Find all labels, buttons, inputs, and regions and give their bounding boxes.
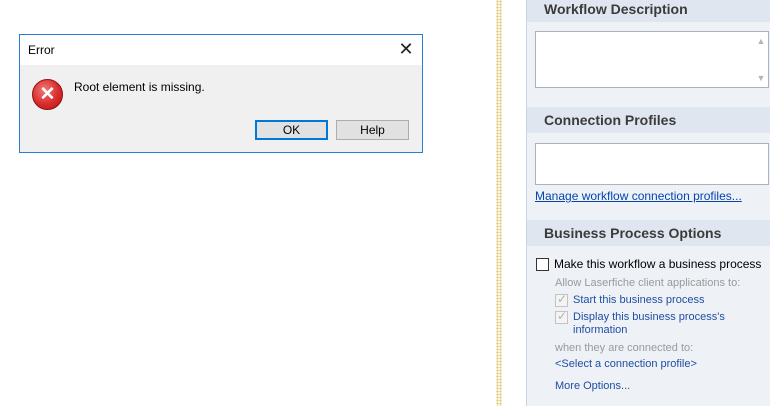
textbox-scroll-arrows[interactable]: ▲ ▼ — [756, 36, 766, 83]
error-dialog: Error ✕ ✕ Root element is missing. OK He… — [19, 34, 423, 153]
connection-profiles-header: Connection Profiles — [527, 107, 770, 133]
start-process-label: Start this business process — [573, 294, 705, 306]
display-info-label-line1: Display this business process's — [573, 311, 725, 323]
scroll-down-icon[interactable]: ▼ — [757, 73, 766, 83]
check-mark-icon: ✓ — [557, 309, 568, 323]
make-business-process-label[interactable]: Make this workflow a business process — [554, 257, 761, 271]
connected-to-label: when they are connected to: — [555, 342, 694, 354]
manage-connection-profiles-link[interactable]: Manage workflow connection profiles... — [535, 189, 742, 203]
check-mark-icon: ✓ — [557, 292, 568, 306]
workflow-description-input[interactable]: ▲ ▼ — [535, 31, 769, 88]
start-process-checkbox: ✓ — [555, 292, 568, 307]
workflow-description-header: Workflow Description — [527, 0, 770, 22]
help-button[interactable]: Help — [336, 120, 409, 140]
more-options-link[interactable]: More Options... — [555, 380, 630, 392]
dialog-title: Error — [28, 43, 55, 57]
ok-button[interactable]: OK — [255, 120, 328, 140]
panel-gutter — [502, 0, 526, 406]
allow-clients-label: Allow Laserfiche client applications to: — [555, 277, 741, 289]
scroll-up-icon[interactable]: ▲ — [757, 36, 766, 46]
error-icon: ✕ — [32, 79, 63, 110]
select-connection-profile-link[interactable]: <Select a connection profile> — [555, 358, 697, 370]
make-business-process-checkbox[interactable] — [536, 258, 549, 271]
dialog-message: Root element is missing. — [74, 80, 205, 94]
dialog-titlebar[interactable]: Error ✕ — [20, 35, 422, 65]
display-info-checkbox: ✓ — [555, 309, 568, 324]
properties-panel: Workflow Description ▲ ▼ Connection Prof… — [526, 0, 770, 406]
display-info-label-line2: information — [573, 324, 628, 336]
business-process-options-header: Business Process Options — [527, 220, 770, 246]
close-icon[interactable]: ✕ — [398, 39, 414, 59]
connection-profiles-list[interactable] — [535, 143, 769, 185]
